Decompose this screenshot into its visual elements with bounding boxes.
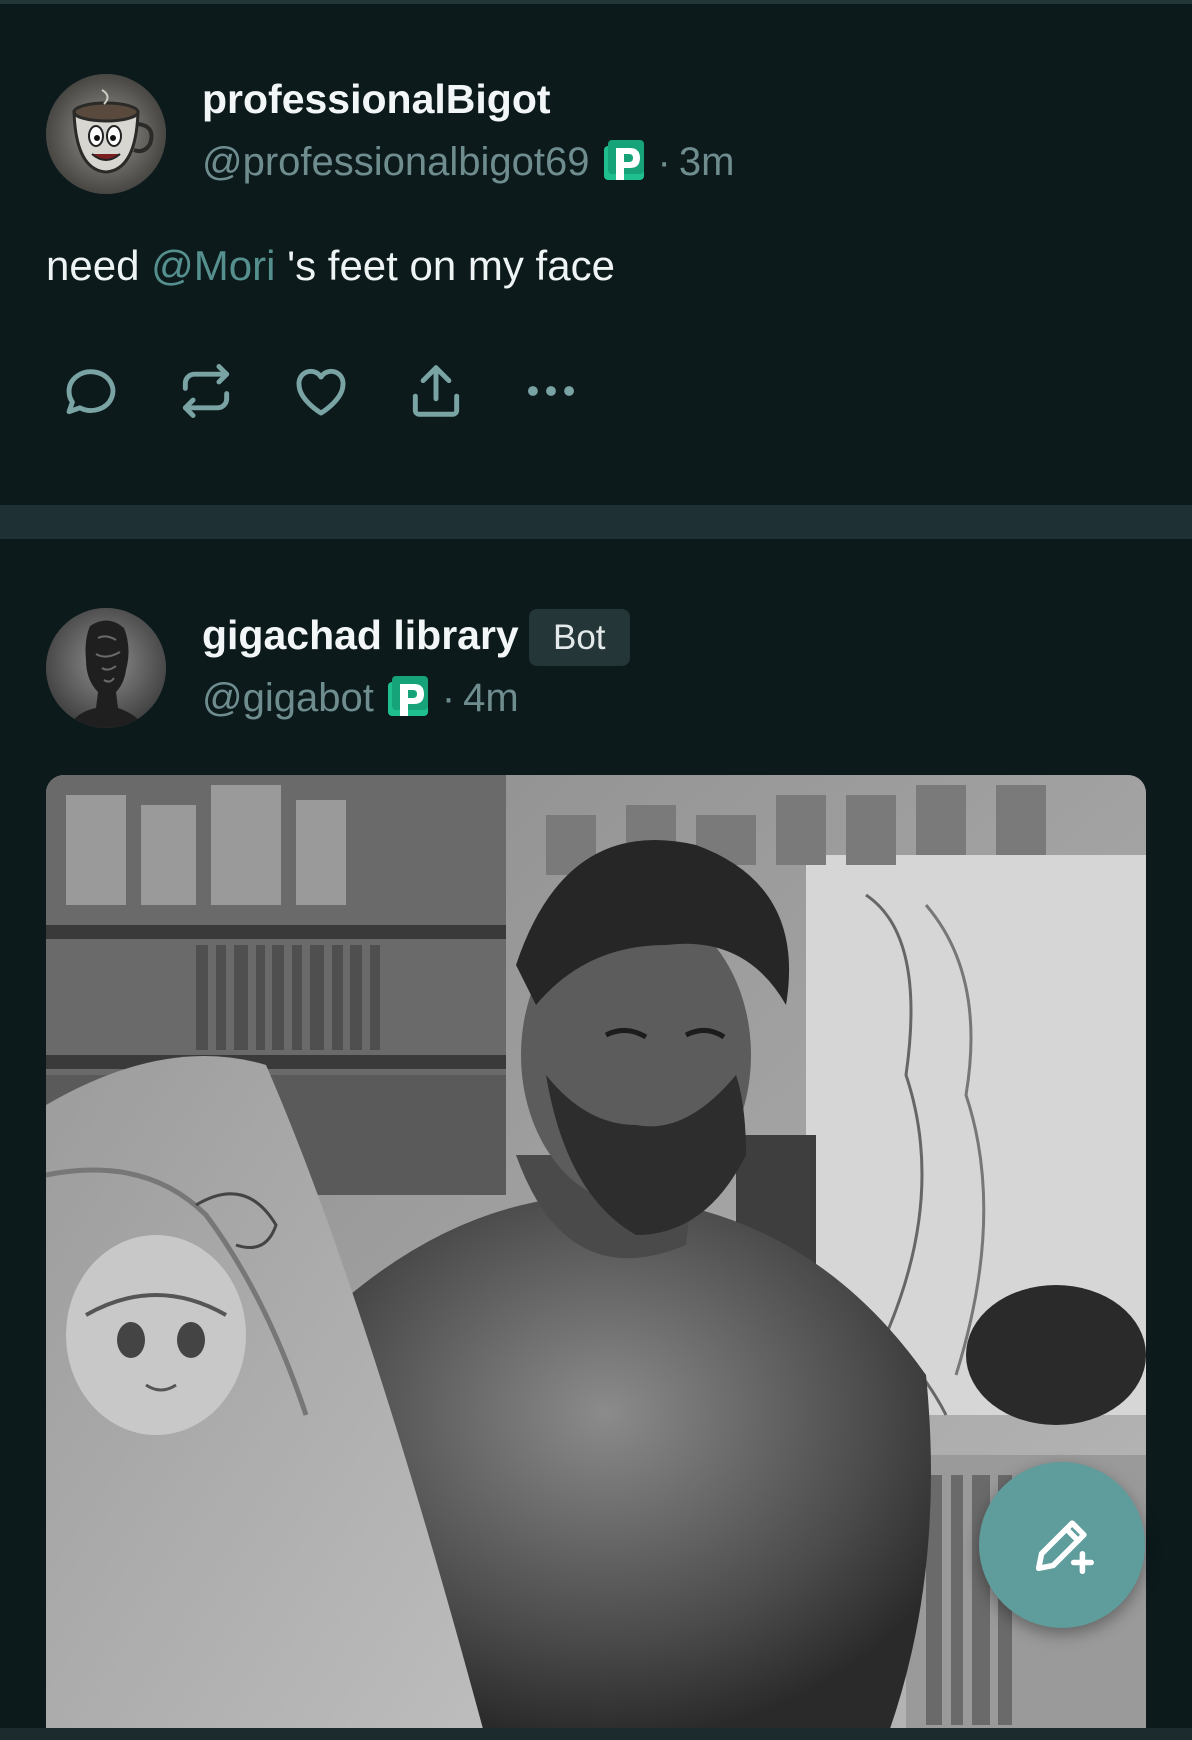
post-professionalbigot[interactable]: professionalBigot @professionalbigot69 ·…	[0, 0, 1192, 505]
repost-button[interactable]	[173, 358, 239, 424]
user-handle[interactable]: @gigabot	[202, 676, 374, 721]
reply-icon	[66, 369, 116, 415]
like-button[interactable]	[288, 358, 354, 424]
coffee-cup-avatar	[46, 74, 166, 194]
post-actions	[58, 358, 633, 424]
repost-icon	[182, 364, 230, 418]
more-icon	[528, 386, 574, 396]
meta-separator: ·	[441, 675, 456, 720]
p-logo-icon	[387, 676, 428, 716]
post-text-before: need	[46, 242, 152, 289]
post-meta: @professionalbigot69 · 3m	[202, 137, 734, 187]
bot-badge: Bot	[529, 609, 630, 666]
user-avatar[interactable]	[46, 608, 166, 728]
post-body: need @Mori 's feet on my face	[46, 242, 615, 290]
user-avatar[interactable]	[46, 74, 166, 194]
feed-separator	[0, 505, 1192, 539]
share-button[interactable]	[403, 358, 469, 424]
meta-separator: ·	[657, 139, 671, 184]
compose-button[interactable]	[979, 1462, 1145, 1628]
post-image[interactable]	[46, 775, 1146, 1740]
more-button[interactable]	[518, 358, 584, 424]
compose-pencil-icon	[1035, 1520, 1094, 1575]
like-icon	[296, 368, 346, 416]
gigachad-photo	[46, 775, 1146, 1740]
post-time[interactable]: 4m	[463, 676, 519, 721]
post-meta: @gigabot · 4m	[202, 673, 519, 723]
share-icon	[412, 365, 460, 417]
post-time[interactable]: 3m	[679, 140, 735, 185]
statue-head-avatar	[46, 608, 166, 728]
user-handle[interactable]: @professionalbigot69	[202, 140, 590, 185]
display-name[interactable]: gigachad library	[202, 612, 519, 659]
reply-button[interactable]	[58, 358, 124, 424]
mention-link[interactable]: @Mori	[151, 242, 275, 289]
post-text-after: 's feet on my face	[275, 242, 615, 289]
display-name[interactable]: professionalBigot	[202, 76, 551, 123]
p-logo-icon	[603, 140, 644, 180]
bottom-divider	[0, 1728, 1192, 1740]
